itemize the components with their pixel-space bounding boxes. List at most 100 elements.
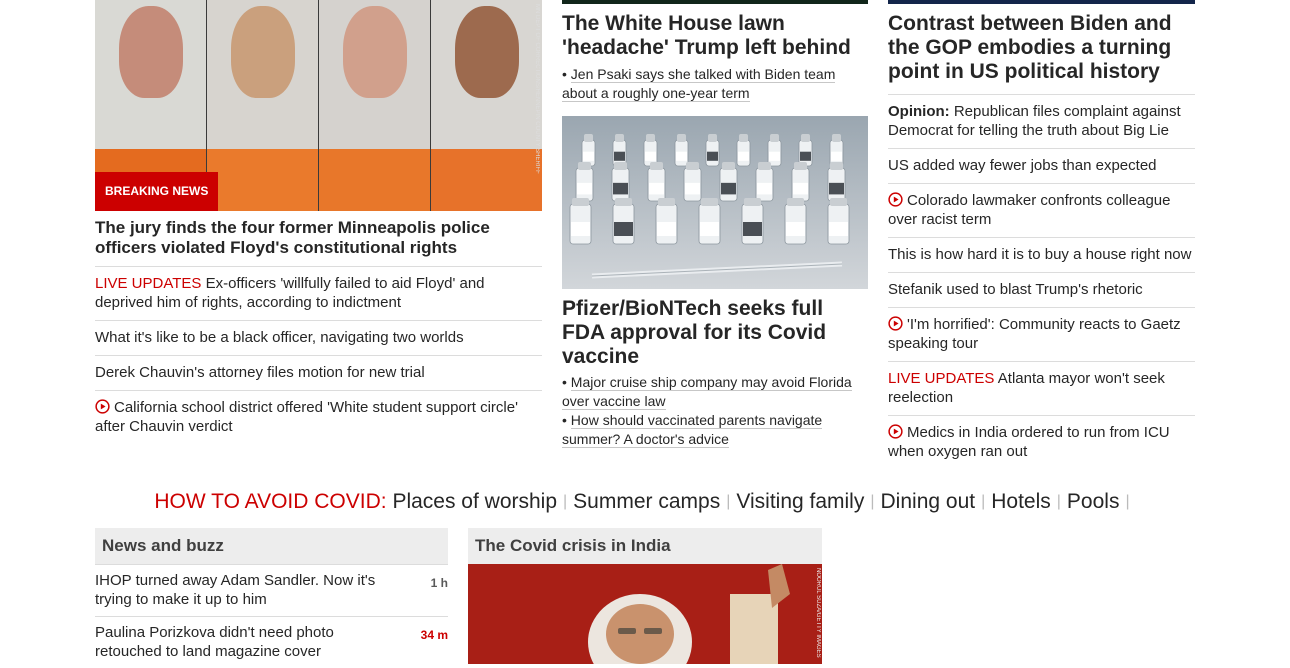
lead-item-live-updates[interactable]: LIVE UPDATES Ex-officers 'willfully fail… [95, 266, 542, 320]
covid-link-places-of-worship[interactable]: Places of worship [392, 490, 557, 513]
covid-link-visiting-family[interactable]: Visiting family [736, 490, 864, 513]
covid-link-pools[interactable]: Pools [1067, 490, 1120, 513]
story-headline-pfizer[interactable]: Pfizer/BioNTech seeks full FDA approval … [562, 297, 868, 369]
speaker-illustration [468, 564, 822, 664]
vial-cap [794, 162, 807, 170]
image-edge [888, 0, 1195, 4]
vial-cap [739, 134, 748, 142]
item-text: California school district offered 'Whit… [95, 399, 518, 435]
image-edge [562, 0, 868, 4]
timestamp: 1 h [430, 576, 448, 590]
vial-cap [677, 134, 686, 142]
covid-link-summer-camps[interactable]: Summer camps [573, 490, 720, 513]
vial-label [769, 151, 780, 161]
vial-cap [744, 198, 761, 206]
item-text: Derek Chauvin's attorney files motion fo… [95, 364, 425, 381]
vial-cap [572, 198, 589, 206]
vial-label [614, 151, 625, 161]
covid-link-hotels[interactable]: Hotels [991, 490, 1051, 513]
lead-item[interactable]: Derek Chauvin's attorney files motion fo… [95, 355, 542, 390]
vial-cap [787, 198, 804, 206]
item-text: 'I'm horrified': Community reacts to Gae… [888, 316, 1181, 352]
vial-label [800, 151, 811, 161]
video-play-icon [888, 316, 903, 331]
mugshot-2 [207, 0, 318, 211]
india-zone-image[interactable]: NOORUL SUZA/GETTY IMAGES [468, 564, 822, 664]
item-text: Medics in India ordered to run from ICU … [888, 424, 1170, 460]
right-item[interactable]: US added way fewer jobs than expected [888, 148, 1195, 183]
covid-guide-strip: HOW TO AVOID COVID: Places of worship | Su… [154, 490, 1130, 513]
zone-title: The Covid crisis in India [468, 528, 822, 564]
vial-cap [646, 134, 655, 142]
mugshot-3 [319, 0, 430, 211]
news-and-buzz-zone: News and buzz IHOP turned away Adam Sand… [95, 528, 448, 668]
item-text: IHOP turned away Adam Sandler. Now it's … [95, 572, 376, 608]
vial-label [721, 182, 736, 195]
vial-label [645, 151, 656, 161]
covid-strip-label: HOW TO AVOID COVID: [154, 490, 387, 513]
vial-cap [614, 162, 627, 170]
lead-item-video[interactable]: California school district offered 'Whit… [95, 390, 542, 444]
item-text: Stefanik used to blast Trump's rhetoric [888, 281, 1143, 298]
item-text: US added way fewer jobs than expected [888, 157, 1157, 174]
item-text: Colorado lawmaker confronts colleague ov… [888, 192, 1171, 228]
lead-headline[interactable]: The jury finds the four former Minneapol… [95, 218, 542, 258]
breaking-news-badge: BREAKING NEWS [95, 172, 219, 211]
vial-label [649, 182, 664, 195]
image-credit: MN DEPT OF CORRECTIONS/HENNEPIN COUNTY S… [534, 4, 540, 174]
right-item-live-updates[interactable]: LIVE UPDATES Atlanta mayor won't seek re… [888, 361, 1195, 415]
story-bullet: • Jen Psaki says she talked with Biden t… [562, 66, 836, 102]
bullet-link[interactable]: Jen Psaki says she talked with Biden tea… [562, 66, 836, 102]
vial-label [685, 182, 700, 195]
vaccine-vials-image[interactable] [562, 116, 868, 289]
right-item-video[interactable]: Colorado lawmaker confronts colleague ov… [888, 183, 1195, 237]
covid-india-zone: The Covid crisis in India NOORUL SUZA/GE… [468, 528, 822, 664]
vial-label [707, 151, 718, 161]
right-item-video[interactable]: Medics in India ordered to run from ICU … [888, 415, 1195, 469]
right-item-opinion[interactable]: Opinion: Republican files complaint agai… [888, 94, 1195, 148]
right-headline[interactable]: Contrast between Biden and the GOP embod… [888, 12, 1195, 84]
vial-cap [584, 134, 593, 142]
image-credit: NOORUL SUZA/GETTY IMAGES [815, 568, 821, 658]
story-headline-white-house[interactable]: The White House lawn 'headache' Trump le… [562, 12, 868, 60]
vial-label [793, 182, 808, 195]
story-bullet: • How should vaccinated parents navigate… [562, 412, 823, 448]
vial-label [583, 151, 594, 161]
vial-label [577, 182, 592, 195]
vial-cap [830, 198, 847, 206]
bullet-link[interactable]: Major cruise ship company may avoid Flor… [562, 374, 852, 410]
zone-title: News and buzz [95, 528, 448, 564]
list-item[interactable]: Paulina Porizkova didn't need photo reto… [95, 616, 448, 668]
mugshot-4 [431, 0, 542, 211]
vial-label [700, 222, 719, 236]
right-item[interactable]: Stefanik used to blast Trump's rhetoric [888, 272, 1195, 307]
covid-link-dining-out[interactable]: Dining out [881, 490, 976, 513]
right-item[interactable]: This is how hard it is to buy a house ri… [888, 237, 1195, 272]
live-updates-label: LIVE UPDATES [888, 370, 995, 387]
vial-cap [658, 198, 675, 206]
vial-label [743, 222, 762, 236]
right-column: Contrast between Biden and the GOP embod… [888, 0, 1195, 469]
vial-cap [758, 162, 771, 170]
live-updates-label: LIVE UPDATES [95, 275, 202, 292]
opinion-label: Opinion: [888, 103, 950, 120]
lead-item[interactable]: What it's like to be a black officer, na… [95, 320, 542, 355]
vial-cap [830, 162, 843, 170]
vial-cap [686, 162, 699, 170]
item-text: What it's like to be a black officer, na… [95, 329, 464, 346]
timestamp: 34 m [420, 628, 448, 642]
vial-cap [832, 134, 841, 142]
vial-cap [722, 162, 735, 170]
vial-cap [615, 134, 624, 142]
vial-label [757, 182, 772, 195]
right-item-video[interactable]: 'I'm horrified': Community reacts to Gae… [888, 307, 1195, 361]
vial-cap [708, 134, 717, 142]
bullet-link[interactable]: How should vaccinated parents navigate s… [562, 412, 823, 448]
lead-story-image[interactable]: MN DEPT OF CORRECTIONS/HENNEPIN COUNTY S… [95, 0, 542, 211]
middle-column: The White House lawn 'headache' Trump le… [562, 0, 868, 449]
vial-label [676, 151, 687, 161]
list-item[interactable]: IHOP turned away Adam Sandler. Now it's … [95, 564, 448, 616]
vial-label [738, 151, 749, 161]
story-bullet: • Major cruise ship company may avoid Fl… [562, 374, 852, 410]
vial-cap [701, 198, 718, 206]
